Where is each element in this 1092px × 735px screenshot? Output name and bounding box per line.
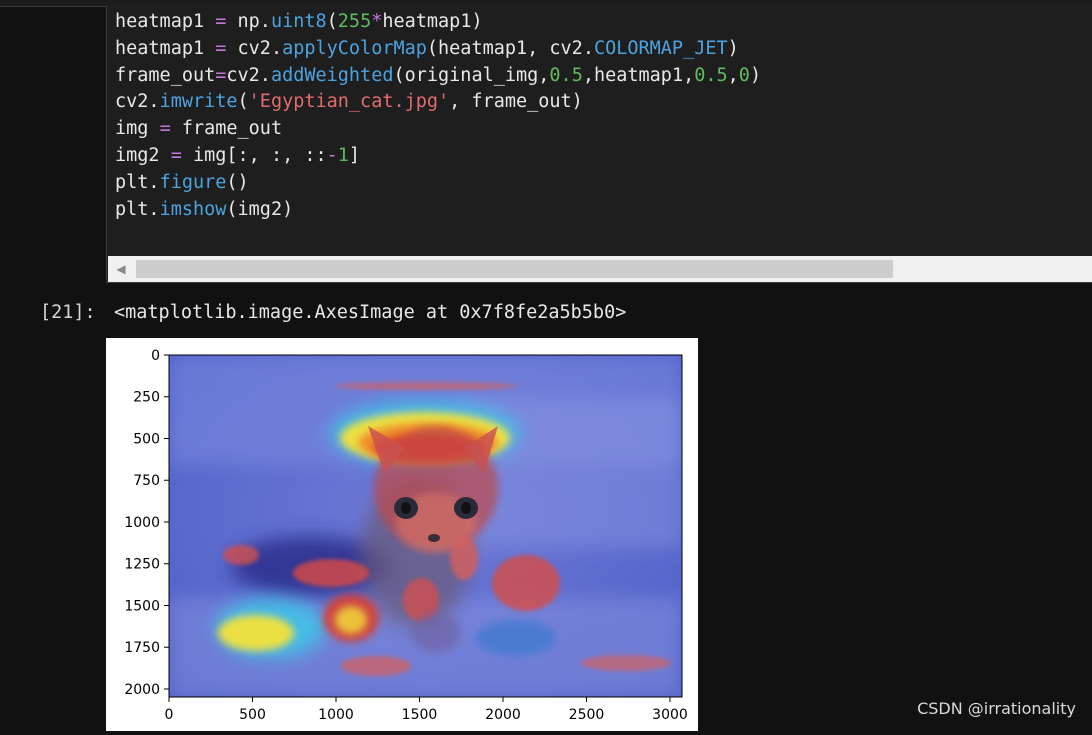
y-tick-label: 2000 (124, 682, 160, 698)
code-cell[interactable]: heatmap1 = np.uint8(255*heatmap1) heatmap… (106, 6, 1092, 283)
x-tick-label: 2000 (485, 707, 521, 723)
code-token: ] (348, 144, 361, 166)
code-token: - (326, 144, 338, 166)
y-axis: 0 250 500 750 1000 1250 1500 1750 2000 (124, 348, 169, 698)
x-tick-label: 3000 (652, 707, 688, 723)
code-token: (img2) (226, 198, 294, 220)
scroll-left-arrow-icon[interactable]: ◀ (108, 256, 134, 282)
code-line[interactable]: img2 = img[:, :, ::-1] (115, 143, 761, 170)
y-tick-label: 1250 (124, 557, 160, 573)
code-token: ( (237, 91, 249, 113)
code-line[interactable]: plt.imshow(img2) (115, 197, 761, 224)
code-token: 0.5 (549, 64, 583, 86)
output-prompt: [21]: (40, 302, 96, 323)
code-token: frame_out (170, 118, 283, 140)
code-token: img (115, 118, 160, 140)
x-tick-label: 1500 (402, 707, 438, 723)
x-tick-label: 0 (165, 707, 174, 723)
y-tick-label: 1750 (124, 640, 160, 656)
code-line[interactable]: img = frame_out (115, 116, 761, 143)
code-editor[interactable]: heatmap1 = np.uint8(255*heatmap1) heatmap… (115, 9, 761, 223)
code-token: cv2. (226, 64, 271, 86)
x-tick-label: 1000 (318, 707, 354, 723)
code-line[interactable]: heatmap1 = np.uint8(255*heatmap1) (115, 9, 761, 36)
code-token: = (159, 118, 171, 140)
code-token: , frame_out) (449, 91, 583, 113)
code-line[interactable]: frame_out=cv2.addWeighted(original_img,0… (115, 63, 761, 90)
code-token: plt. (115, 198, 160, 220)
code-token: uint8 (270, 11, 327, 32)
y-tick-label: 0 (151, 348, 160, 364)
code-token: COLORMAP_JET (593, 37, 728, 59)
code-token: addWeighted (270, 64, 394, 86)
y-tick-label: 500 (133, 431, 160, 447)
code-token: imshow (159, 198, 227, 220)
output-text: <matplotlib.image.AxesImage at 0x7f8fe2a… (114, 302, 627, 323)
code-token: frame_out (115, 64, 216, 86)
plot-output: 0 250 500 750 1000 1250 1500 1750 2000 0 500 1000 1… (106, 338, 698, 731)
watermark: CSDN @irrationality (917, 699, 1076, 718)
code-token: = (170, 144, 182, 166)
x-tick-label: 500 (239, 707, 266, 723)
code-token: 0 (738, 64, 750, 86)
code-token: plt. (115, 171, 160, 193)
x-axis: 0 500 1000 1500 2000 2500 3000 (165, 697, 688, 723)
code-token: heatmap1 (115, 37, 216, 59)
code-token: applyColorMap (282, 37, 427, 59)
code-token: , (727, 64, 739, 86)
code-token: np. (226, 11, 271, 32)
code-token: () (226, 171, 249, 193)
code-token: = (215, 11, 227, 32)
code-token: figure (159, 171, 227, 193)
code-line[interactable]: cv2.imwrite('Egyptian_cat.jpg', frame_ou… (115, 89, 761, 116)
code-token: 255 (337, 11, 372, 32)
x-tick-label: 2500 (569, 707, 605, 723)
cat-heatmap-image (169, 355, 682, 697)
code-token: heatmap1) (382, 11, 483, 32)
code-token: = (215, 37, 227, 59)
y-tick-label: 750 (133, 473, 160, 489)
code-token: cv2. (115, 91, 160, 113)
code-token: = (215, 64, 227, 86)
scrollbar-thumb[interactable] (136, 260, 893, 278)
code-token: 'Egyptian_cat.jpg' (248, 91, 450, 113)
code-token: ( (326, 11, 338, 32)
code-token: img2 (115, 144, 171, 166)
y-tick-label: 1000 (124, 515, 160, 531)
code-token: ) (749, 64, 762, 86)
code-line[interactable]: plt.figure() (115, 170, 761, 197)
code-token: imwrite (159, 91, 238, 113)
code-token: heatmap1 (115, 11, 216, 32)
y-tick-label: 1500 (124, 598, 160, 614)
code-token: 1 (337, 144, 349, 166)
code-token: ) (727, 37, 739, 59)
code-line[interactable]: heatmap1 = cv2.applyColorMap(heatmap1, c… (115, 36, 761, 63)
code-token: (original_img, (393, 64, 550, 86)
heatmap-figure: 0 250 500 750 1000 1250 1500 1750 2000 0 500 1000 1… (124, 348, 688, 723)
code-token: cv2. (226, 37, 283, 59)
code-token: img[:, :, :: (181, 144, 327, 166)
horizontal-scrollbar[interactable]: ◀ (108, 256, 1092, 282)
y-tick-label: 250 (133, 390, 160, 406)
code-token: * (371, 11, 383, 32)
code-token: (heatmap1, cv2. (426, 37, 594, 59)
code-token: 0.5 (694, 64, 728, 86)
code-token: ,heatmap1, (582, 64, 695, 86)
